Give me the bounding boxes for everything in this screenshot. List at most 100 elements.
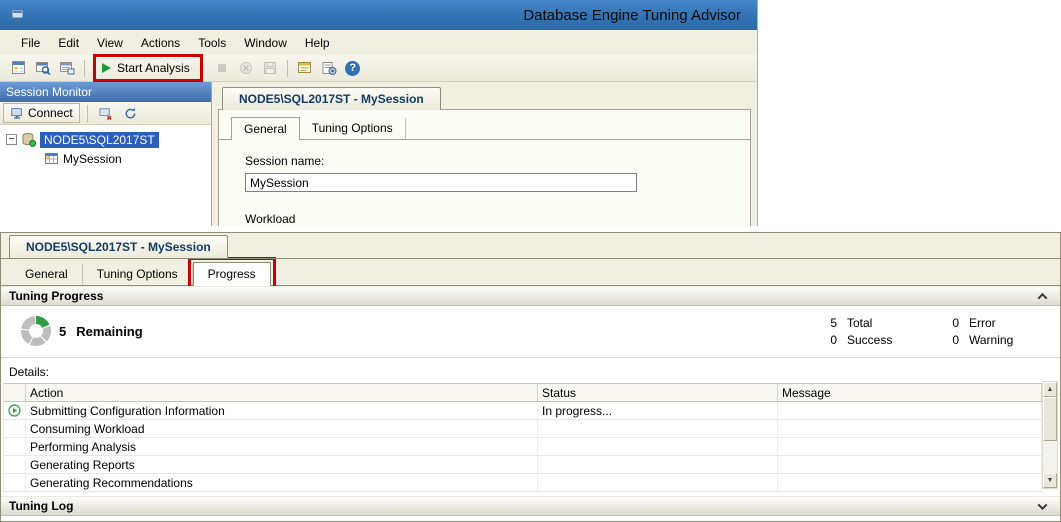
toolbar: Start Analysis: [0, 55, 757, 82]
disconnect-button[interactable]: [95, 102, 117, 124]
stat-total: 5 Total: [823, 315, 892, 332]
cell-message: [778, 474, 1042, 491]
menu-actions[interactable]: Actions: [132, 32, 189, 54]
table-row[interactable]: Generating Recommendations: [4, 474, 1042, 492]
refresh-icon: [123, 106, 138, 121]
stat-success: 0 Success: [823, 332, 892, 349]
new-session-icon: [11, 60, 27, 76]
session-tabstrip: General Tuning Options: [219, 116, 750, 140]
menu-bar: File Edit View Actions Tools Window Help: [0, 30, 757, 55]
session-properties-button[interactable]: [294, 57, 316, 79]
session-tree: − NODE5\SQL2017ST: [0, 125, 211, 226]
cell-status: [538, 420, 778, 437]
document-tab[interactable]: NODE5\SQL2017ST - MySession: [222, 87, 441, 110]
tuning-log-title: Tuning Log: [9, 499, 73, 513]
remaining-summary: 5 Remaining: [59, 324, 143, 339]
table-row[interactable]: Submitting Configuration Information In …: [4, 402, 1042, 420]
menu-file[interactable]: File: [12, 32, 49, 54]
menu-help[interactable]: Help: [296, 32, 339, 54]
open-session-button[interactable]: [32, 57, 54, 79]
collapse-expander-icon[interactable]: −: [6, 134, 17, 145]
cell-message: [778, 420, 1042, 437]
row-status-cell: [4, 420, 26, 437]
cancel-icon: [238, 60, 254, 76]
tab-general[interactable]: General: [11, 264, 83, 285]
cancel-analysis-button[interactable]: [235, 57, 257, 79]
menu-window[interactable]: Window: [235, 32, 296, 54]
table-scrollbar[interactable]: ▲ ▼: [1042, 381, 1058, 489]
start-analysis-button[interactable]: Start Analysis: [97, 58, 199, 78]
document-tab[interactable]: NODE5\SQL2017ST - MySession: [9, 235, 228, 258]
cell-status: [538, 474, 778, 491]
refresh-button[interactable]: [120, 102, 142, 124]
column-header-status[interactable]: Status: [538, 384, 778, 401]
progress-tab-content: Tuning Progress 5 Remaining 5 Total 0 Succ…: [1, 286, 1060, 521]
cell-action: Generating Reports: [26, 456, 538, 473]
general-tab-content: Session name: Workload: [219, 140, 750, 226]
tuning-options-button[interactable]: [318, 57, 340, 79]
column-header-message[interactable]: Message: [778, 384, 1042, 401]
session-monitor-panel: Session Monitor Connect: [0, 82, 212, 226]
expand-button[interactable]: [1036, 500, 1048, 512]
menu-tools[interactable]: Tools: [189, 32, 235, 54]
session-name-label: Session name:: [245, 154, 750, 168]
row-status-cell: [4, 456, 26, 473]
stat-error: 0Error: [945, 315, 1013, 332]
view-reports-button[interactable]: [56, 57, 78, 79]
tuning-progress-header[interactable]: Tuning Progress: [1, 286, 1060, 306]
stat-warning-label: Warning: [969, 333, 1013, 347]
collapse-button[interactable]: [1036, 290, 1048, 302]
stat-error-value: 0: [945, 315, 959, 332]
new-session-button[interactable]: [8, 57, 30, 79]
session-properties-icon: [297, 60, 313, 76]
tuning-log-header[interactable]: Tuning Log: [1, 496, 1060, 516]
table-row[interactable]: Generating Reports: [4, 456, 1042, 474]
column-header-action[interactable]: Action: [26, 384, 538, 401]
stat-total-value: 5: [823, 315, 837, 332]
tree-row-server[interactable]: − NODE5\SQL2017ST: [0, 130, 211, 149]
tab-general[interactable]: General: [231, 117, 300, 140]
tab-progress[interactable]: Progress: [193, 262, 271, 286]
cell-action: Generating Recommendations: [26, 474, 538, 491]
tree-server-label[interactable]: NODE5\SQL2017ST: [40, 132, 159, 148]
table-row[interactable]: Consuming Workload: [4, 420, 1042, 438]
title-bar[interactable]: Database Engine Tuning Advisor: [0, 0, 757, 30]
help-button[interactable]: ?: [342, 57, 364, 79]
open-session-icon: [35, 60, 51, 76]
tab-tuning-options[interactable]: Tuning Options: [83, 264, 193, 285]
stat-warning-value: 0: [945, 332, 959, 349]
scrollbar-thumb[interactable]: [1043, 397, 1057, 441]
menu-view[interactable]: View: [88, 32, 132, 54]
connect-button[interactable]: Connect: [3, 103, 80, 123]
document-area: NODE5\SQL2017ST - MySession General Tuni…: [212, 82, 757, 226]
scroll-down-button[interactable]: ▼: [1043, 473, 1057, 488]
start-analysis-label: Start Analysis: [117, 61, 190, 75]
stats-column-left: 5 Total 0 Success: [823, 315, 892, 349]
tuning-options-icon: [321, 60, 337, 76]
in-progress-icon: [8, 404, 21, 417]
stat-success-label: Success: [847, 333, 892, 347]
connect-label: Connect: [28, 106, 73, 120]
session-name-input[interactable]: [245, 173, 637, 192]
chevron-up-icon: [1037, 292, 1047, 302]
cell-action: Performing Analysis: [26, 438, 538, 455]
connect-icon: [10, 106, 24, 120]
tree-session-label[interactable]: MySession: [63, 152, 122, 166]
row-status-cell: [4, 438, 26, 455]
stat-total-label: Total: [847, 316, 872, 330]
menu-edit[interactable]: Edit: [49, 32, 88, 54]
toolbar-separator: [287, 60, 288, 77]
tree-row-session[interactable]: MySession: [44, 149, 211, 168]
stop-analysis-button[interactable]: [211, 57, 233, 79]
tab-tuning-options[interactable]: Tuning Options: [300, 118, 406, 139]
stat-success-value: 0: [823, 332, 837, 349]
chevron-down-icon: [1037, 500, 1047, 510]
table-row[interactable]: Performing Analysis: [4, 438, 1042, 456]
apply-recommendations-button[interactable]: [259, 57, 281, 79]
column-header-icon: [4, 384, 26, 401]
progress-summary: 5 Remaining 5 Total 0 Success 0Error: [1, 306, 1060, 358]
main-window: Database Engine Tuning Advisor File Edit…: [0, 0, 758, 226]
scroll-up-button[interactable]: ▲: [1043, 382, 1057, 397]
toolbar-separator: [87, 105, 88, 122]
app-icon: [10, 7, 26, 23]
